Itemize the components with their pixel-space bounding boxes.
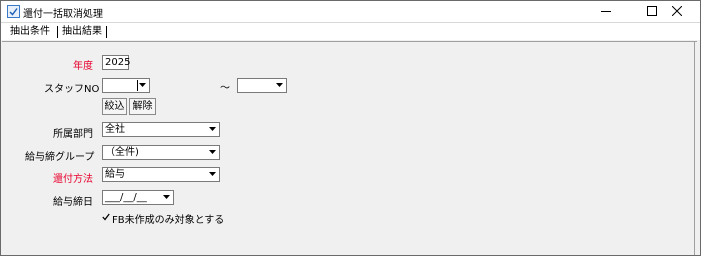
staff-no-label: スタッフNO [44, 84, 100, 95]
fb-only-checkbox[interactable] [102, 213, 110, 221]
tab-separator [106, 26, 107, 38]
payroll-group-select[interactable]: （全件) [102, 145, 220, 160]
chevron-down-icon[interactable] [207, 124, 218, 135]
chevron-down-icon[interactable] [274, 80, 285, 91]
chevron-down-icon[interactable] [137, 80, 148, 91]
tab-extract-conditions[interactable]: 抽出条件 [7, 25, 53, 39]
refund-method-label: 還付方法 [53, 174, 93, 185]
department-value: 全社 [105, 124, 125, 135]
tab-separator [57, 26, 58, 38]
window-title: 還付一括取消処理 [23, 9, 103, 20]
department-label: 所属部門 [53, 129, 93, 140]
payroll-group-value: （全件) [105, 147, 139, 158]
department-select[interactable]: 全社 [102, 122, 220, 137]
narrow-button[interactable]: 絞込 [102, 98, 127, 115]
refund-method-value: 給与 [105, 169, 125, 180]
chevron-down-icon[interactable] [207, 147, 218, 158]
refund-method-select[interactable]: 給与 [102, 167, 220, 182]
tab-extract-results[interactable]: 抽出結果 [59, 25, 105, 39]
tab-bar: 抽出条件 抽出結果 [1, 22, 700, 40]
fb-only-checkbox-label[interactable]: FB未作成のみ対象とする [112, 211, 224, 226]
closing-date-value: ___/__/__ [105, 192, 147, 203]
staff-from-select[interactable] [102, 78, 150, 93]
minimize-button[interactable] [584, 1, 630, 22]
app-icon [7, 5, 20, 18]
year-label: 年度 [73, 61, 93, 72]
range-separator: ～ [220, 83, 230, 94]
app-window: 還付一括取消処理 抽出条件 抽出結果 年度 2025 スタッフNO ～ 絞込 解… [0, 0, 701, 256]
panel-divider [694, 41, 695, 255]
payroll-group-label: 給与締グループ [25, 152, 95, 163]
title-bar: 還付一括取消処理 [1, 1, 700, 22]
staff-to-select[interactable] [237, 78, 287, 93]
closing-date-picker[interactable]: ___/__/__ [102, 190, 174, 205]
checkmark-icon [102, 213, 110, 221]
close-button[interactable] [655, 1, 700, 22]
chevron-down-icon[interactable] [207, 169, 218, 180]
clear-button[interactable]: 解除 [129, 98, 156, 115]
year-input[interactable]: 2025 [102, 55, 130, 70]
chevron-down-icon[interactable] [161, 192, 172, 203]
closing-date-label: 給与締日 [53, 197, 93, 208]
